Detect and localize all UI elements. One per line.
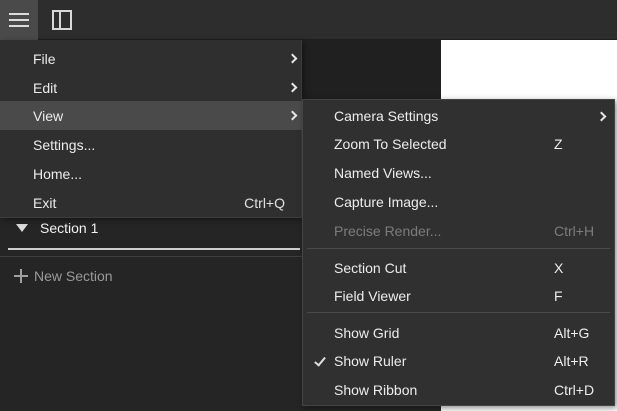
app-window: Section 1 New Section File Edit View Set… xyxy=(0,0,617,411)
submenu-item-capture-image[interactable]: Capture Image... xyxy=(303,188,614,216)
menu-item-file[interactable]: File xyxy=(0,44,302,73)
hamburger-menu-button[interactable] xyxy=(0,0,38,40)
submenu-item-show-ruler[interactable]: Show Ruler Alt+R xyxy=(303,347,614,375)
menu-item-home[interactable]: Home... xyxy=(0,159,302,188)
menu-item-edit[interactable]: Edit xyxy=(0,73,302,102)
submenu-item-shortcut: X xyxy=(554,260,564,276)
submenu-item-label: Show Ruler xyxy=(334,353,407,369)
plus-icon xyxy=(14,269,28,283)
chevron-right-icon xyxy=(596,111,607,121)
chevron-right-icon xyxy=(287,110,298,121)
submenu-item-shortcut: Alt+R xyxy=(554,353,589,369)
section-title: Section 1 xyxy=(40,220,99,236)
submenu-item-named-views[interactable]: Named Views... xyxy=(303,159,614,187)
menu-item-label: File xyxy=(33,50,56,67)
submenu-item-shortcut: F xyxy=(554,288,563,304)
submenu-item-label: Precise Render... xyxy=(334,223,442,239)
submenu-item-zoom-to-selected[interactable]: Zoom To Selected Z xyxy=(303,130,614,158)
checkmark-icon xyxy=(314,354,326,367)
chevron-right-icon xyxy=(287,53,298,64)
hamburger-menu-icon xyxy=(9,13,29,27)
menu-item-label: View xyxy=(33,107,64,124)
divider xyxy=(0,256,302,257)
new-section-label: New Section xyxy=(34,268,113,284)
menu-item-label: Home... xyxy=(33,165,83,182)
panel-layout-button[interactable] xyxy=(42,0,82,40)
submenu-item-label: Capture Image... xyxy=(334,194,439,210)
submenu-item-shortcut: Ctrl+H xyxy=(554,223,595,239)
submenu-item-field-viewer[interactable]: Field Viewer F xyxy=(303,282,614,310)
menu-separator xyxy=(307,312,610,313)
panel-layout-icon xyxy=(52,10,72,30)
menu-item-exit[interactable]: Exit Ctrl+Q xyxy=(0,188,302,217)
submenu-item-label: Field Viewer xyxy=(334,288,411,304)
menu-item-label: Edit xyxy=(33,79,58,96)
main-menu: File Edit View Settings... Home... Exit … xyxy=(0,40,302,218)
submenu-item-label: Section Cut xyxy=(334,260,407,276)
chevron-right-icon xyxy=(287,82,298,93)
menu-item-label: Settings... xyxy=(33,136,96,153)
submenu-item-label: Camera Settings xyxy=(334,108,439,124)
submenu-item-section-cut[interactable]: Section Cut X xyxy=(303,254,614,282)
menu-separator xyxy=(307,248,610,249)
submenu-item-label: Named Views... xyxy=(334,165,432,181)
new-section-button[interactable]: New Section xyxy=(14,264,113,288)
submenu-item-shortcut: Ctrl+D xyxy=(554,382,595,398)
submenu-item-shortcut: Alt+G xyxy=(554,325,590,341)
menu-item-settings[interactable]: Settings... xyxy=(0,130,302,159)
submenu-item-label: Show Ribbon xyxy=(334,382,418,398)
submenu-item-camera-settings[interactable]: Camera Settings xyxy=(303,102,614,130)
submenu-item-label: Show Grid xyxy=(334,325,400,341)
submenu-item-show-grid[interactable]: Show Grid Alt+G xyxy=(303,319,614,347)
submenu-item-label: Zoom To Selected xyxy=(334,136,447,152)
submenu-item-shortcut: Z xyxy=(554,136,563,152)
section-underline xyxy=(8,248,300,250)
menu-item-label: Exit xyxy=(33,194,57,211)
submenu-item-show-ribbon[interactable]: Show Ribbon Ctrl+D xyxy=(303,376,614,404)
top-toolbar xyxy=(0,0,617,40)
submenu-item-precise-render: Precise Render... Ctrl+H xyxy=(303,217,614,245)
view-submenu: Camera Settings Zoom To Selected Z Named… xyxy=(302,99,615,406)
menu-item-view[interactable]: View xyxy=(0,101,302,130)
triangle-down-icon[interactable] xyxy=(16,224,28,232)
menu-item-shortcut: Ctrl+Q xyxy=(244,194,285,211)
